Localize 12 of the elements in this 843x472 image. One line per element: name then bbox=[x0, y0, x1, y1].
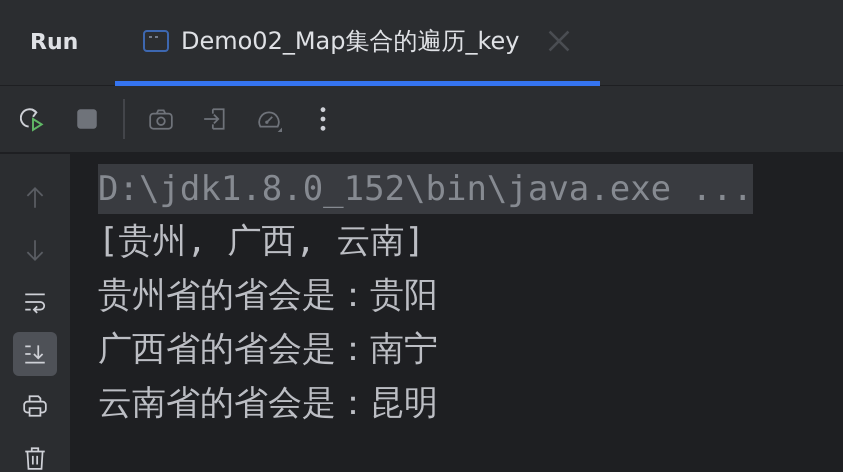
console-output-line: [贵州, 广西, 云南] bbox=[98, 220, 425, 263]
tab-label: Demo02_Map集合的遍历_key bbox=[181, 26, 520, 56]
console-output-line: 贵州省的省会是：贵阳 bbox=[98, 274, 438, 317]
panel-title: Run bbox=[29, 30, 80, 55]
console-window-icon bbox=[143, 30, 169, 52]
run-tab[interactable]: Demo02_Map集合的遍历_key bbox=[115, 0, 600, 86]
console-output-line: 云南省的省会是：昆明 bbox=[98, 382, 438, 425]
rerun-icon[interactable] bbox=[20, 106, 46, 132]
console-output-line: 广西省的省会是：南宁 bbox=[98, 328, 438, 371]
side-tool-button[interactable] bbox=[13, 332, 57, 376]
print-icon[interactable] bbox=[22, 393, 48, 419]
more-icon[interactable] bbox=[319, 106, 327, 132]
